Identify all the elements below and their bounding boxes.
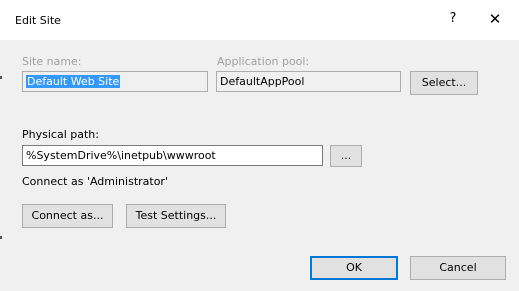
application-pool-value: DefaultAppPool bbox=[220, 75, 305, 88]
site-name-label: Site name: bbox=[22, 55, 82, 68]
site-name-field[interactable]: Default Web Site bbox=[22, 71, 208, 92]
application-pool-field: DefaultAppPool bbox=[216, 71, 401, 92]
ok-button[interactable]: OK bbox=[310, 256, 398, 280]
close-icon[interactable]: ✕ bbox=[484, 8, 506, 30]
test-settings-button[interactable]: Test Settings... bbox=[126, 204, 226, 228]
physical-path-value: %SystemDrive%\inetpub\wwwroot bbox=[26, 149, 216, 162]
cancel-button[interactable]: Cancel bbox=[410, 256, 506, 280]
browse-path-button[interactable]: ... bbox=[330, 145, 362, 167]
edit-site-dialog: Edit Site ? ✕ Site name: Default Web Sit… bbox=[0, 0, 519, 291]
physical-path-label: Physical path: bbox=[22, 128, 99, 141]
help-icon[interactable]: ? bbox=[442, 8, 464, 30]
physical-path-input[interactable]: %SystemDrive%\inetpub\wwwroot bbox=[22, 145, 323, 166]
site-name-value: Default Web Site bbox=[26, 75, 121, 88]
dialog-title: Edit Site bbox=[15, 14, 61, 27]
application-pool-label: Application pool: bbox=[217, 55, 310, 68]
edge-artifact bbox=[0, 236, 2, 239]
title-bar: Edit Site ? ✕ bbox=[0, 0, 519, 40]
edge-artifact bbox=[0, 76, 2, 79]
connect-as-status: Connect as 'Administrator' bbox=[22, 175, 168, 188]
connect-as-button[interactable]: Connect as... bbox=[22, 204, 113, 228]
select-app-pool-button[interactable]: Select... bbox=[410, 71, 478, 95]
